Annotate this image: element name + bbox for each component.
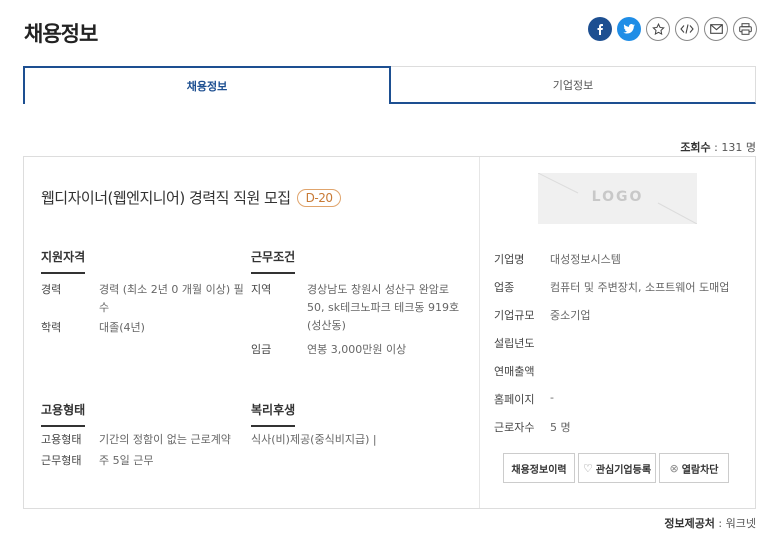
company-size-value: 중소기업 (550, 309, 591, 322)
industry-value: 컴퓨터 및 주변장치, 소프트웨어 도매업 (550, 281, 730, 294)
conditions-heading: 근무조건 (251, 248, 296, 274)
company-name-label: 기업명 (494, 253, 525, 266)
employment-type-row: 고용형태 기간의 정함이 없는 근로계약 (41, 431, 251, 449)
welfare-value: 식사(비)제공(중식비지급) | (251, 433, 377, 446)
facebook-icon (597, 24, 603, 35)
founded-row: 설립년도 (494, 335, 550, 351)
company-name-value: 대성정보시스템 (550, 253, 621, 266)
info-provider: 정보제공처 : 워크넷 (664, 515, 756, 531)
salary-value: 연봉 3,000만원 이상 (307, 343, 407, 356)
welfare-heading: 복리후생 (251, 401, 296, 427)
dday-badge: D-20 (296, 188, 342, 207)
job-title-row: 웹디자이너(웹엔지니어) 경력직 직원 모집 D-20 (41, 187, 342, 208)
twitter-share-button[interactable] (617, 17, 641, 41)
email-icon (709, 24, 723, 34)
twitter-icon (622, 24, 635, 34)
provider-value: : 워크넷 (714, 517, 756, 530)
share-toolbar (588, 17, 757, 41)
block-view-button[interactable]: ⊗ 열람차단 (659, 453, 729, 483)
heart-icon: ♡ (582, 461, 593, 475)
region-value: 경상남도 창원시 성산구 완암로 50, sk테크노파크 테크동 919호(성산… (307, 283, 460, 332)
register-interest-label: 관심기업등록 (595, 464, 652, 476)
job-history-label: 채용정보이력 (511, 464, 567, 476)
sales-label: 연매출액 (494, 365, 535, 378)
email-button[interactable] (704, 17, 728, 41)
education-label: 학력 (41, 321, 62, 334)
work-type-row: 근무형태 주 5일 근무 (41, 452, 251, 470)
job-history-button[interactable]: 채용정보이력 (503, 453, 575, 483)
salary-row: 임금 연봉 3,000만원 이상 (251, 341, 469, 359)
employment-type-value: 기간의 정함이 없는 근로계약 (99, 433, 231, 446)
facebook-share-button[interactable] (588, 17, 612, 41)
education-value: 대졸(4년) (99, 321, 145, 334)
column-divider (479, 157, 480, 508)
block-icon: ⊗ (669, 461, 679, 475)
employees-row: 근로자수 5 명 (494, 419, 571, 435)
tab-company-info[interactable]: 기업정보 (391, 66, 756, 104)
bookmark-button[interactable] (646, 17, 670, 41)
code-icon (680, 24, 694, 34)
sales-row: 연매출액 (494, 363, 550, 379)
job-title: 웹디자이너(웹엔지니어) 경력직 직원 모집 (41, 189, 291, 207)
company-name-row: 기업명 대성정보시스템 (494, 251, 621, 267)
employees-label: 근로자수 (494, 421, 535, 434)
career-row: 경력 경력 (최소 2년 0 개월 이상) 필수 (41, 281, 246, 317)
employment-type-label: 고용형태 (41, 433, 82, 446)
industry-label: 업종 (494, 281, 515, 294)
salary-label: 임금 (251, 343, 272, 356)
print-button[interactable] (733, 17, 757, 41)
company-logo: LOGO (538, 173, 697, 224)
work-type-label: 근무형태 (41, 454, 82, 467)
education-row: 학력 대졸(4년) (41, 319, 246, 337)
tab-bar: 채용정보 기업정보 (23, 66, 756, 104)
welfare-row: 식사(비)제공(중식비지급) | (251, 431, 471, 449)
provider-label: 정보제공처 (664, 517, 715, 530)
star-icon (651, 22, 665, 35)
tab-job-info[interactable]: 채용정보 (23, 66, 391, 104)
founded-label: 설립년도 (494, 337, 535, 350)
region-row: 지역 경상남도 창원시 성산구 완암로 50, sk테크노파크 테크동 919호… (251, 281, 469, 335)
company-size-row: 기업규모 중소기업 (494, 307, 590, 323)
page-title: 채용정보 (24, 22, 98, 46)
work-type-value: 주 5일 근무 (99, 454, 154, 467)
homepage-row: 홈페이지 - (494, 391, 554, 407)
industry-row: 업종 컴퓨터 및 주변장치, 소프트웨어 도매업 (494, 279, 729, 295)
print-icon (738, 23, 752, 35)
embed-button[interactable] (675, 17, 699, 41)
employment-heading: 고용형태 (41, 401, 86, 427)
logo-text: LOGO (591, 189, 644, 205)
homepage-value[interactable]: - (550, 391, 554, 407)
register-interest-button[interactable]: ♡ 관심기업등록 (578, 453, 656, 483)
block-view-label: 열람차단 (681, 464, 719, 476)
qualification-heading: 지원자격 (41, 248, 86, 274)
homepage-label: 홈페이지 (494, 393, 535, 406)
career-label: 경력 (41, 283, 62, 296)
company-size-label: 기업규모 (494, 309, 535, 322)
career-value: 경력 (최소 2년 0 개월 이상) 필수 (99, 283, 244, 314)
employees-value: 5 명 (550, 421, 571, 434)
job-detail-card: 웹디자이너(웹엔지니어) 경력직 직원 모집 D-20 지원자격 경력 경력 (… (23, 156, 756, 509)
view-count: 조회수 : 131 명 (680, 139, 756, 155)
view-count-label: 조회수 (680, 141, 711, 154)
view-count-value: : 131 명 (710, 141, 756, 154)
region-label: 지역 (251, 283, 272, 296)
